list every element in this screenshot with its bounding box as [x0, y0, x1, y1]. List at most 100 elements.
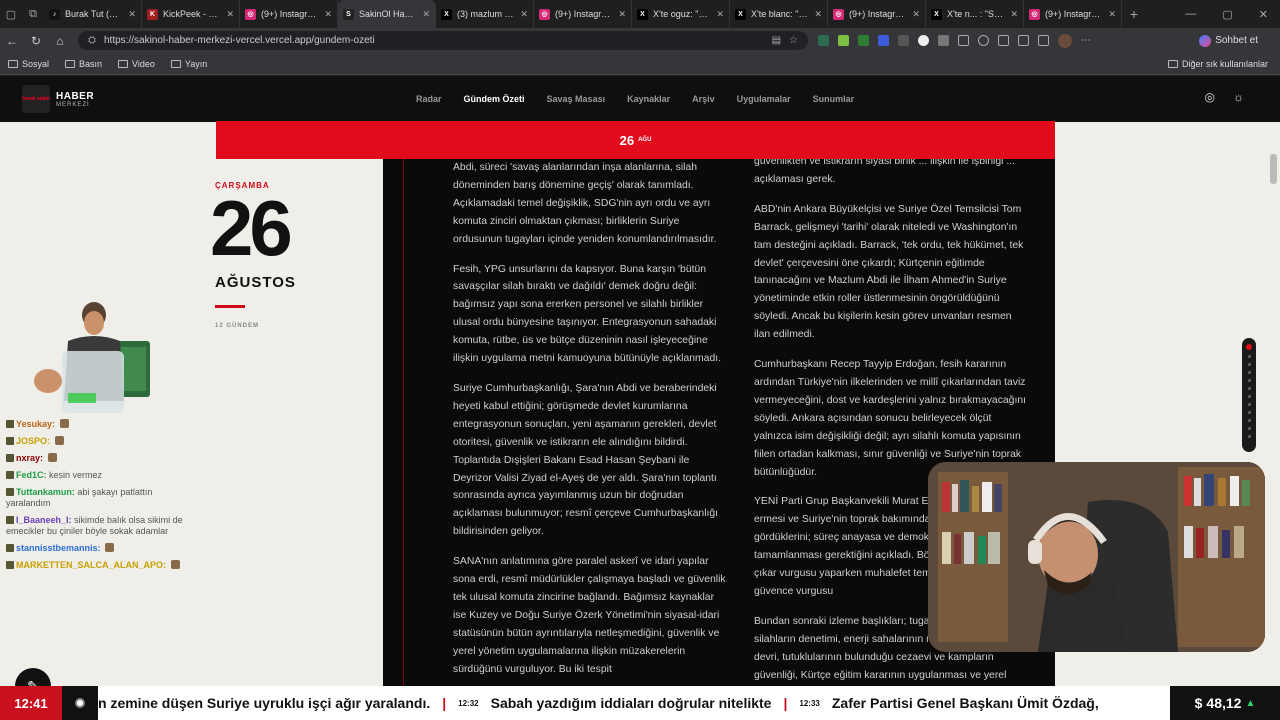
extensions: ⋯ — [818, 33, 1091, 48]
browser-tab[interactable]: ◎ (9+) Instagram ✕ — [534, 0, 632, 28]
chat-username[interactable]: nxray: — [16, 453, 43, 463]
downloads-icon[interactable] — [1038, 35, 1049, 46]
progress-dot[interactable] — [1247, 363, 1251, 366]
minimize-icon[interactable]: — — [1185, 8, 1196, 21]
close-tab-icon[interactable]: ✕ — [422, 9, 430, 20]
close-tab-icon[interactable]: ✕ — [226, 9, 234, 20]
site-info-icon[interactable]: ⛭ — [88, 35, 96, 46]
settings-icon[interactable]: ◎ — [1205, 90, 1215, 104]
browser-tab[interactable]: X X'te n... : "SKWK... ✕ — [926, 0, 1024, 28]
site-logo[interactable]: burak sakin HABER MERKEZİ — [22, 85, 94, 113]
chat-username[interactable]: MARKETTEN_SALCA_ALAN_APO: — [16, 560, 166, 570]
browser-tab[interactable]: X (3) mazlum abdi... ✕ — [436, 0, 534, 28]
close-tab-icon[interactable]: ✕ — [814, 9, 822, 20]
new-tab-button[interactable]: + — [1122, 6, 1146, 22]
favorites-icon[interactable] — [978, 35, 989, 46]
extension-icon[interactable] — [838, 35, 849, 46]
instagram-icon: ◎ — [1029, 8, 1040, 20]
chat-username[interactable]: I_Baaneeh_I: — [16, 515, 72, 525]
nav-item[interactable]: Gündem Özeti — [464, 94, 525, 104]
maximize-icon[interactable]: ▢ — [1222, 8, 1232, 21]
instagram-icon: ◎ — [833, 8, 844, 20]
progress-dot[interactable] — [1247, 371, 1251, 374]
bookmark-folder[interactable]: Basın — [65, 59, 102, 69]
favorite-star-icon[interactable]: ☆ — [789, 35, 798, 46]
close-tab-icon[interactable]: ✕ — [716, 9, 724, 20]
nav-item[interactable]: Arşiv — [692, 94, 715, 104]
accent-line — [215, 305, 245, 308]
reload-icon[interactable]: ↻ — [24, 34, 48, 48]
progress-dot[interactable] — [1247, 427, 1251, 430]
article-paragraph: ABD'nin Ankara Büyükelçisi ve Suriye Öze… — [754, 203, 1024, 341]
nav-item[interactable]: Uygulamalar — [737, 94, 791, 104]
progress-dot[interactable] — [1247, 403, 1251, 406]
close-tab-icon[interactable]: ✕ — [324, 9, 332, 20]
browser-tab[interactable]: ♪ Burak Tut (@bur... ✕ — [44, 0, 142, 28]
other-bookmarks[interactable]: Diğer sık kullanılanlar — [1167, 59, 1268, 69]
logo-badge: burak sakin — [22, 85, 50, 113]
page-scrollbar[interactable] — [1270, 154, 1277, 184]
progress-dot[interactable] — [1247, 395, 1251, 398]
browser-tab[interactable]: K KickPeek - Real-ti... ✕ — [142, 0, 240, 28]
nav-item[interactable]: Kaynaklar — [627, 94, 670, 104]
extension-icon[interactable] — [898, 35, 909, 46]
close-window-icon[interactable]: ✕ — [1259, 8, 1268, 21]
expand-chat-button[interactable]: ✎ — [15, 668, 51, 686]
address-bar[interactable]: ⛭ https://sakinol-haber-merkezi-vercel.v… — [78, 31, 808, 50]
progress-dot[interactable] — [1247, 411, 1251, 414]
chat-username[interactable]: Tuttankamun: — [16, 487, 75, 497]
progress-dot[interactable] — [1247, 355, 1251, 358]
close-tab-icon[interactable]: ✕ — [912, 9, 920, 20]
tab-title: (9+) Instagram — [261, 9, 320, 19]
menu-dots-icon[interactable]: ⋯ — [1081, 35, 1091, 46]
theme-toggle-icon[interactable]: ☼ — [1233, 90, 1244, 104]
bookmark-folder[interactable]: Yayın — [170, 59, 207, 69]
extension-icon[interactable] — [858, 35, 869, 46]
browser-tab[interactable]: S SakinOl Haber M... ✕ — [338, 0, 436, 28]
chat-username[interactable]: Yesukay: — [16, 419, 55, 429]
back-icon[interactable]: ← — [0, 34, 24, 48]
progress-dot[interactable] — [1247, 435, 1251, 438]
browser-tab[interactable]: X X'te blanc: "DEFO... ✕ — [730, 0, 828, 28]
extension-icon[interactable] — [918, 35, 929, 46]
home-icon[interactable]: ⌂ — [48, 34, 72, 48]
reader-mode-icon[interactable]: ▤ — [772, 35, 781, 46]
progress-dot-active[interactable] — [1246, 344, 1252, 350]
browser-tab[interactable]: X X'te oguz: "Soy i... ✕ — [632, 0, 730, 28]
section-progress-nav[interactable] — [1242, 338, 1256, 452]
chat-username[interactable]: Fed1C: — [16, 470, 47, 480]
profile-avatar[interactable] — [1058, 33, 1072, 48]
close-tab-icon[interactable]: ✕ — [128, 9, 136, 20]
ticker-headline[interactable]: Sabah yazdığım iddiaları doğrular niteli… — [491, 695, 772, 711]
url-text[interactable]: https://sakinol-haber-merkezi-vercel.ver… — [104, 35, 764, 46]
close-tab-icon[interactable]: ✕ — [1108, 9, 1116, 20]
chat-username[interactable]: JOSPO: — [16, 436, 50, 446]
bookmark-folder[interactable]: Sosyal — [8, 59, 49, 69]
browser-tab[interactable]: ◎ (9+) Instagram ✕ — [240, 0, 338, 28]
close-tab-icon[interactable]: ✕ — [618, 9, 626, 20]
nav-item[interactable]: Sunumlar — [813, 94, 855, 104]
extension-icon[interactable] — [818, 35, 829, 46]
nav-item[interactable]: Savaş Masası — [547, 94, 606, 104]
split-view-icon[interactable] — [958, 35, 969, 46]
progress-dot[interactable] — [1247, 419, 1251, 422]
nav-item[interactable]: Radar — [416, 94, 442, 104]
tab-actions-icon[interactable]: ⧉ — [22, 0, 44, 28]
chat-username[interactable]: stannisstbemannis: — [16, 543, 101, 553]
extension-icon[interactable] — [878, 35, 889, 46]
collections-icon[interactable] — [998, 35, 1009, 46]
copilot-icon[interactable] — [1018, 35, 1029, 46]
ticker-headline[interactable]: n zemine düşen Suriye uyruklu işçi ağır … — [98, 695, 430, 711]
ticker-headline[interactable]: Zafer Partisi Genel Başkanı Ümit Özdağ, — [832, 695, 1099, 711]
browser-tab[interactable]: ◎ (9+) Instagram ✕ — [1024, 0, 1122, 28]
close-tab-icon[interactable]: ✕ — [1010, 9, 1018, 20]
bookmark-folder[interactable]: Video — [118, 59, 155, 69]
progress-dot[interactable] — [1247, 379, 1251, 382]
workspaces-icon[interactable]: ▢ — [0, 0, 22, 28]
progress-dot[interactable] — [1247, 387, 1251, 390]
extensions-puzzle-icon[interactable] — [938, 35, 949, 46]
chat-button[interactable]: Sohbet et — [1199, 34, 1258, 47]
browser-tab[interactable]: ◎ (9+) Instagram ✕ — [828, 0, 926, 28]
tab-title: X'te oguz: "Soy i... — [653, 9, 711, 19]
close-tab-icon[interactable]: ✕ — [520, 9, 528, 20]
